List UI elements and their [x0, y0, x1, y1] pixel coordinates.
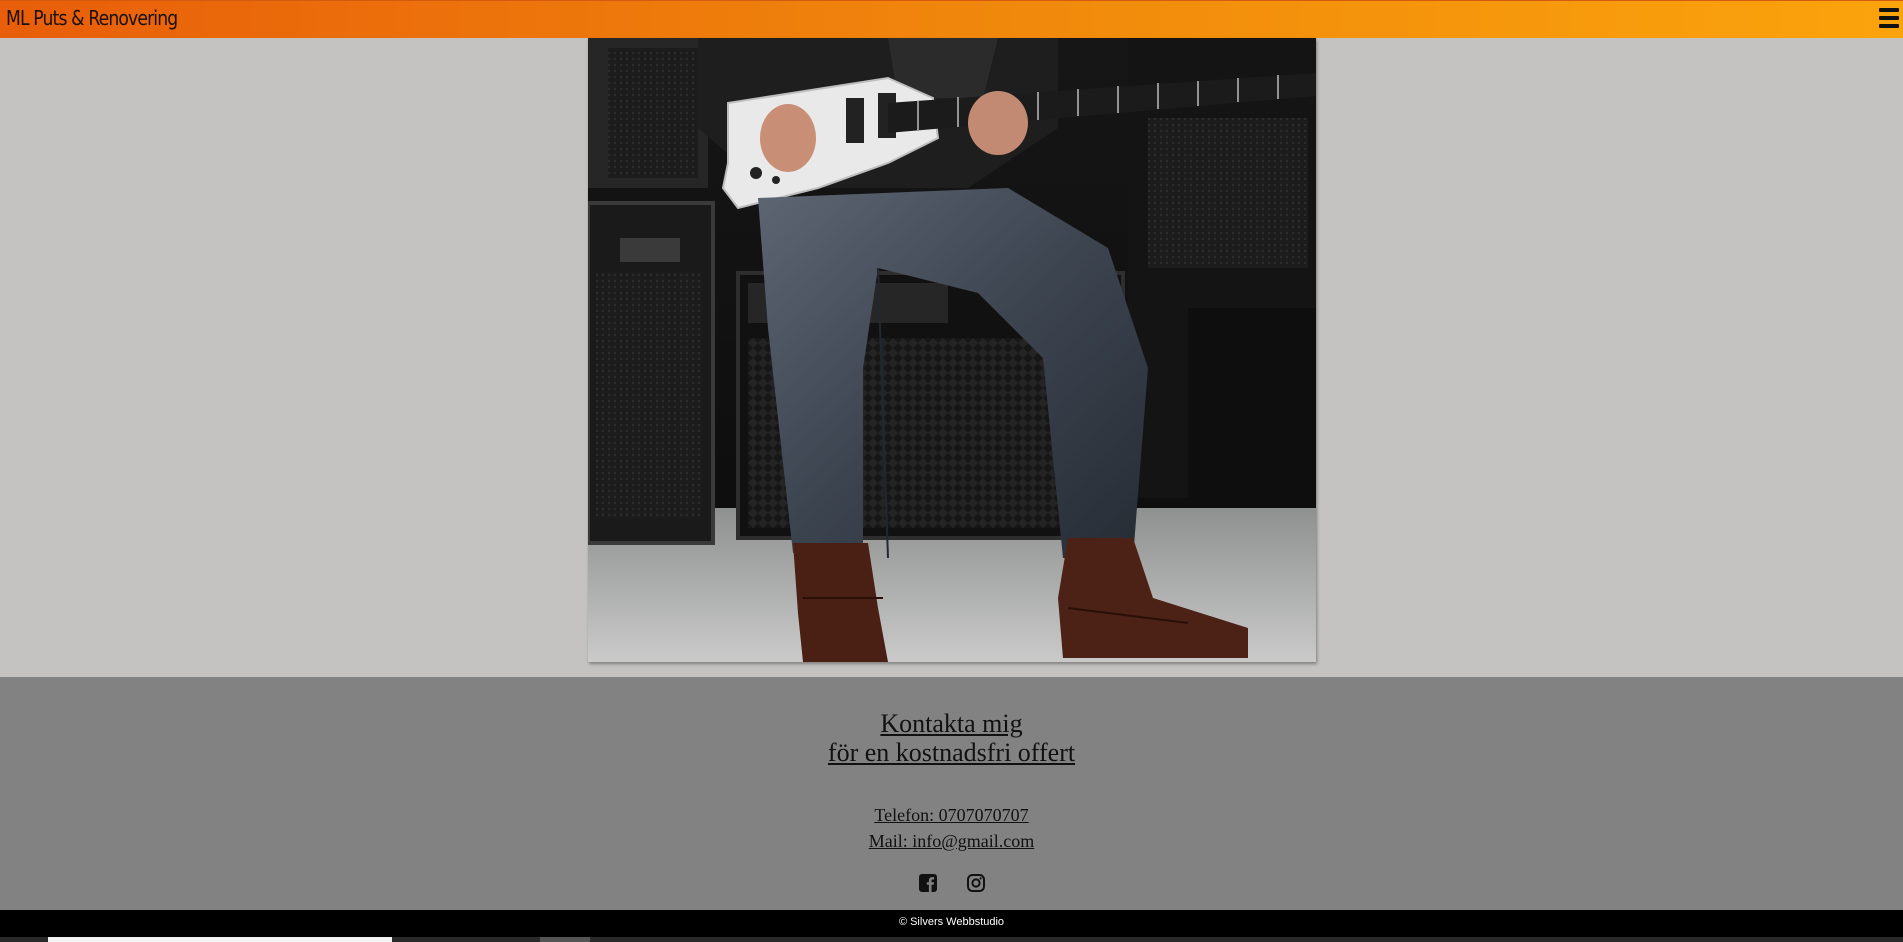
phone-link[interactable]: Telefon: 0707070707	[0, 802, 1903, 828]
footer-section: Kontakta mig för en kostnadsfri offert T…	[0, 677, 1903, 910]
guitarist-photo	[588, 38, 1316, 662]
scrollbar-thumb[interactable]	[48, 937, 392, 942]
menu-bar-line	[1879, 16, 1899, 20]
copyright-text: © Silvers Webbstudio	[898, 916, 1005, 928]
contact-cta-line1[interactable]: Kontakta mig	[0, 709, 1903, 738]
facebook-icon[interactable]	[918, 873, 938, 893]
menu-bar-line	[1879, 24, 1899, 28]
hero-image	[588, 38, 1316, 662]
horizontal-scrollbar[interactable]	[0, 937, 1903, 942]
instagram-icon[interactable]	[966, 873, 986, 893]
contact-cta-line2[interactable]: för en kostnadsfri offert	[0, 738, 1903, 767]
hamburger-menu-button[interactable]	[1879, 8, 1899, 30]
scrollbar-segment	[540, 937, 590, 942]
mail-link[interactable]: Mail: info@gmail.com	[0, 828, 1903, 854]
contact-cta: Kontakta mig för en kostnadsfri offert	[0, 709, 1903, 767]
site-brand[interactable]: ML Puts & Renovering	[6, 6, 178, 30]
top-navigation-bar: ML Puts & Renovering	[0, 0, 1903, 38]
contact-details: Telefon: 0707070707 Mail: info@gmail.com	[0, 802, 1903, 854]
social-links	[0, 873, 1903, 893]
menu-bar-line	[1879, 8, 1899, 12]
